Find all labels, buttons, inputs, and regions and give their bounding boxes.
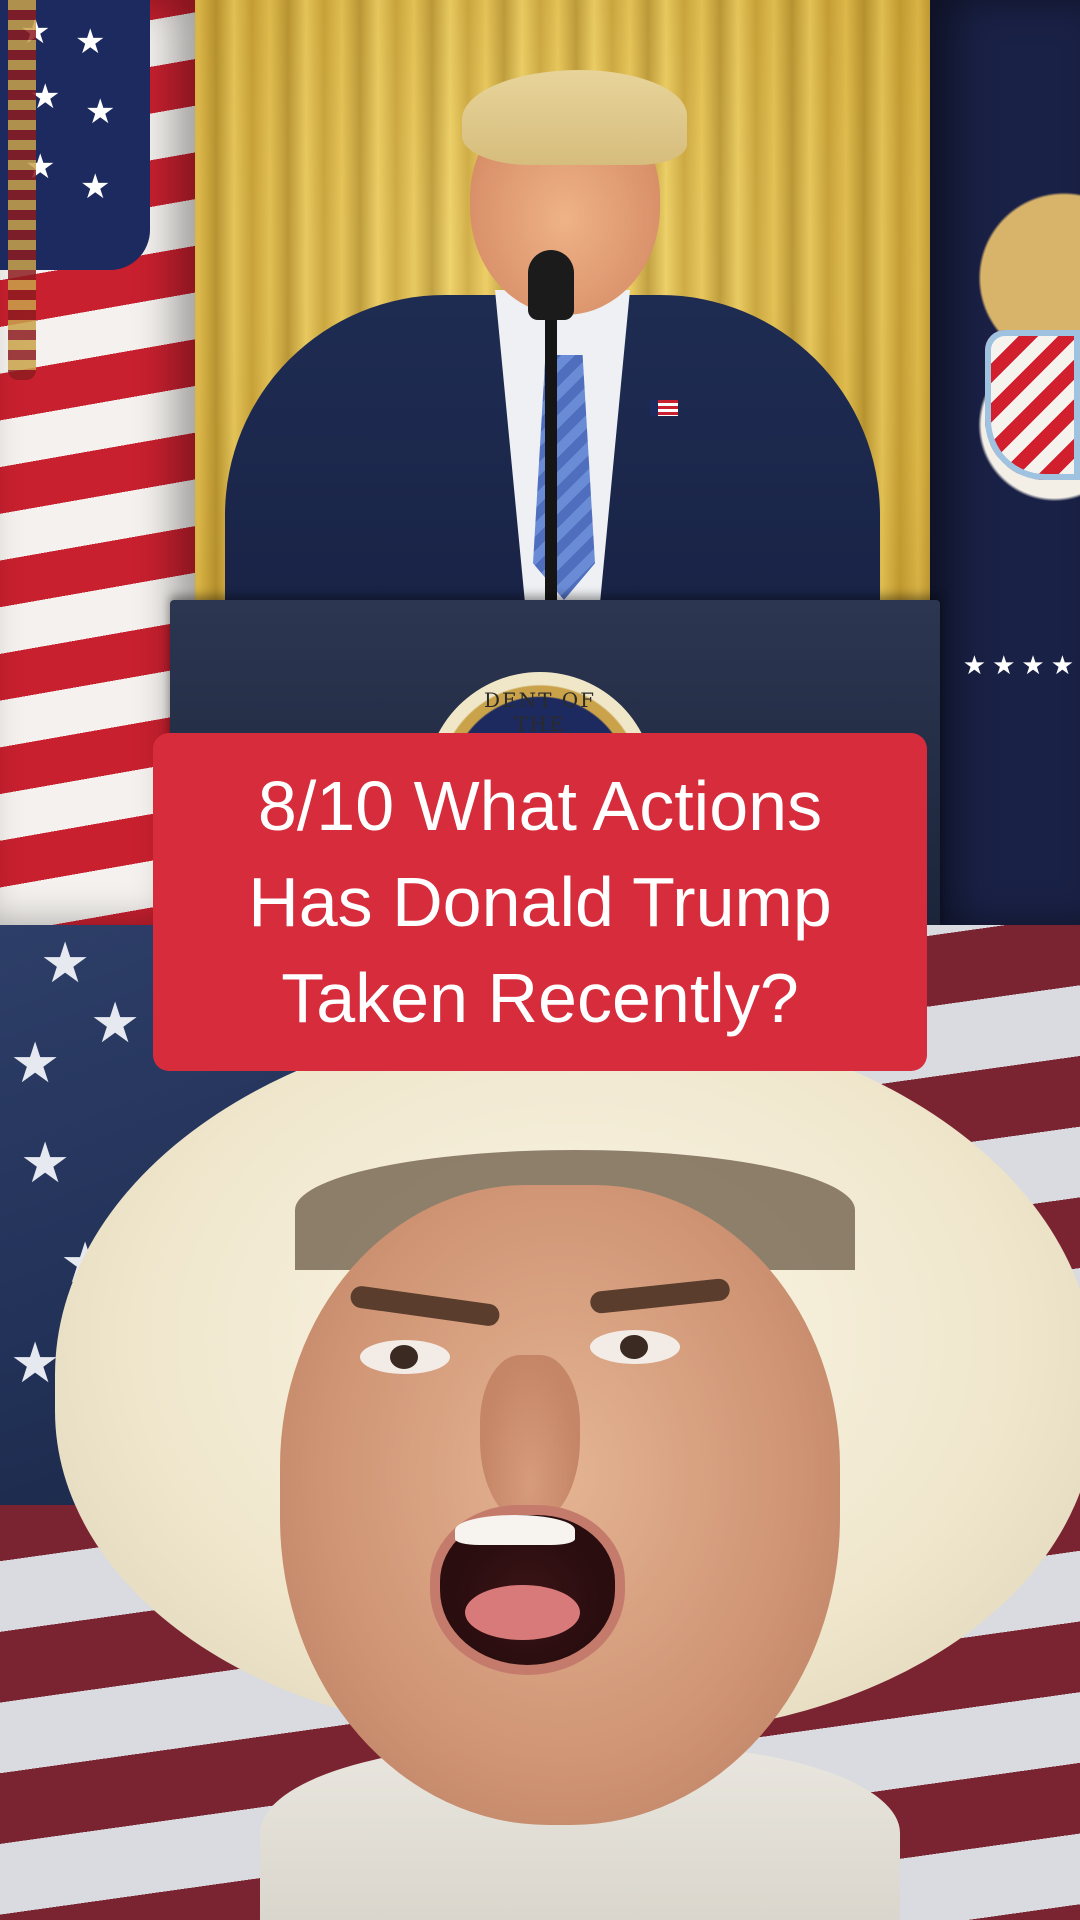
speaker-hair [462,70,687,165]
question-caption-box: 8/10 What Actions Has Donald Trump Taken… [153,733,927,1071]
star-icon: ★ [40,931,91,994]
star-icon: ★ [75,23,106,61]
flag-tassel [8,0,36,380]
shield-emblem [985,330,1080,480]
nose [480,1355,580,1525]
bottom-video-panel: ★ ★ ★ ★ ★ ★ ★ [0,925,1080,1920]
tongue [465,1585,580,1640]
star-icon: ★ [10,1031,61,1094]
flag-stars-row: ★★★★ [962,650,1080,680]
star-icon: ★ [10,1331,61,1394]
star-icon: ★ [80,168,111,206]
caption-line-2: Has Donald Trump [248,863,832,941]
flag-lapel-pin [650,400,678,416]
right-eye [590,1330,680,1364]
podium-seal-text: DENT OF THE [483,688,597,736]
caption-line-3: Taken Recently? [281,959,799,1037]
star-icon: ★ [85,93,116,131]
microphone-icon [528,250,574,320]
star-icon: ★ [90,991,141,1054]
caption-line-1: 8/10 What Actions [257,767,823,845]
video-frame: ★ ★ ★ ★ ★ ★ ★★★★ DENT OF THE ★ ★ ★ [0,0,1080,1920]
star-icon: ★ [20,1131,71,1194]
microphone-stand [545,290,557,610]
teeth [455,1515,575,1545]
left-eye [360,1340,450,1374]
